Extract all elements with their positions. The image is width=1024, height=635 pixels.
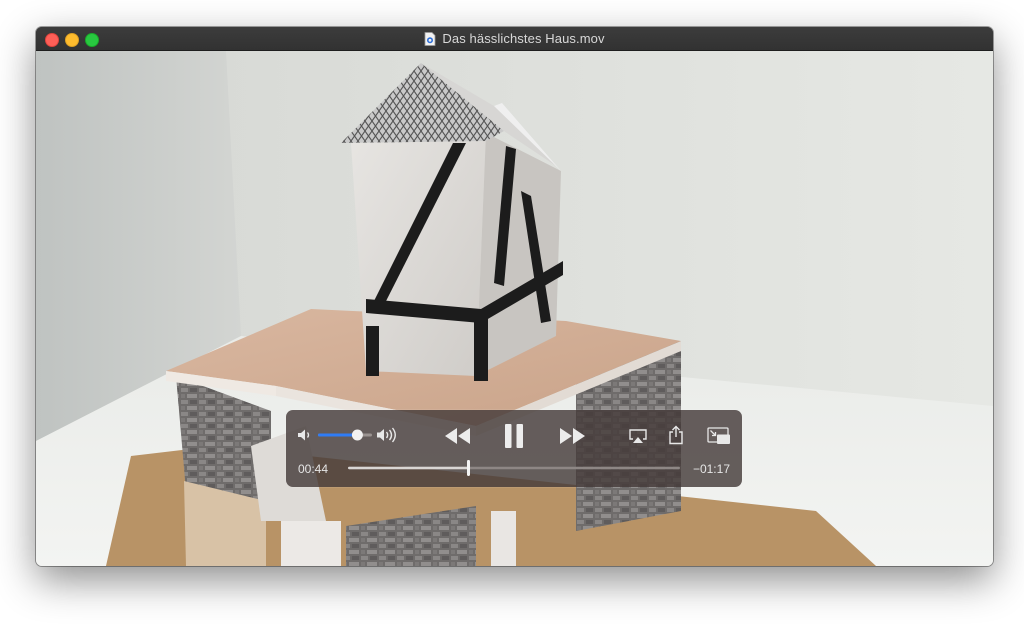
- title-bar[interactable]: Das hässlichstes Haus.mov: [36, 27, 993, 51]
- player-window: Das hässlichstes Haus.mov 00:44 −01:17: [36, 27, 993, 566]
- volume-fill: [318, 433, 358, 437]
- rewind-icon[interactable]: [444, 427, 472, 445]
- share-icon[interactable]: [668, 425, 684, 445]
- current-time: 00:44: [298, 462, 329, 476]
- remaining-time: −01:17: [692, 462, 730, 476]
- airplay-icon[interactable]: [628, 428, 648, 444]
- window-title-group: Das hässlichstes Haus.mov: [36, 27, 993, 50]
- playhead[interactable]: [467, 460, 470, 476]
- pause-icon[interactable]: [503, 423, 525, 449]
- window-title: Das hässlichstes Haus.mov: [442, 31, 605, 46]
- volume-slider[interactable]: [317, 428, 373, 442]
- video-content-image: [36, 51, 993, 566]
- speaker-high-icon[interactable]: [376, 427, 398, 443]
- volume-knob[interactable]: [351, 429, 363, 441]
- quicktime-document-icon: [425, 31, 436, 46]
- picture-in-picture-icon[interactable]: [707, 427, 731, 445]
- progress-scrubber[interactable]: [347, 460, 681, 476]
- video-frame[interactable]: 00:44 −01:17: [36, 51, 993, 566]
- fast-forward-icon[interactable]: [558, 427, 586, 445]
- playback-controls: 00:44 −01:17: [286, 410, 742, 487]
- speaker-low-icon[interactable]: [297, 428, 313, 442]
- progress-fill: [348, 466, 469, 470]
